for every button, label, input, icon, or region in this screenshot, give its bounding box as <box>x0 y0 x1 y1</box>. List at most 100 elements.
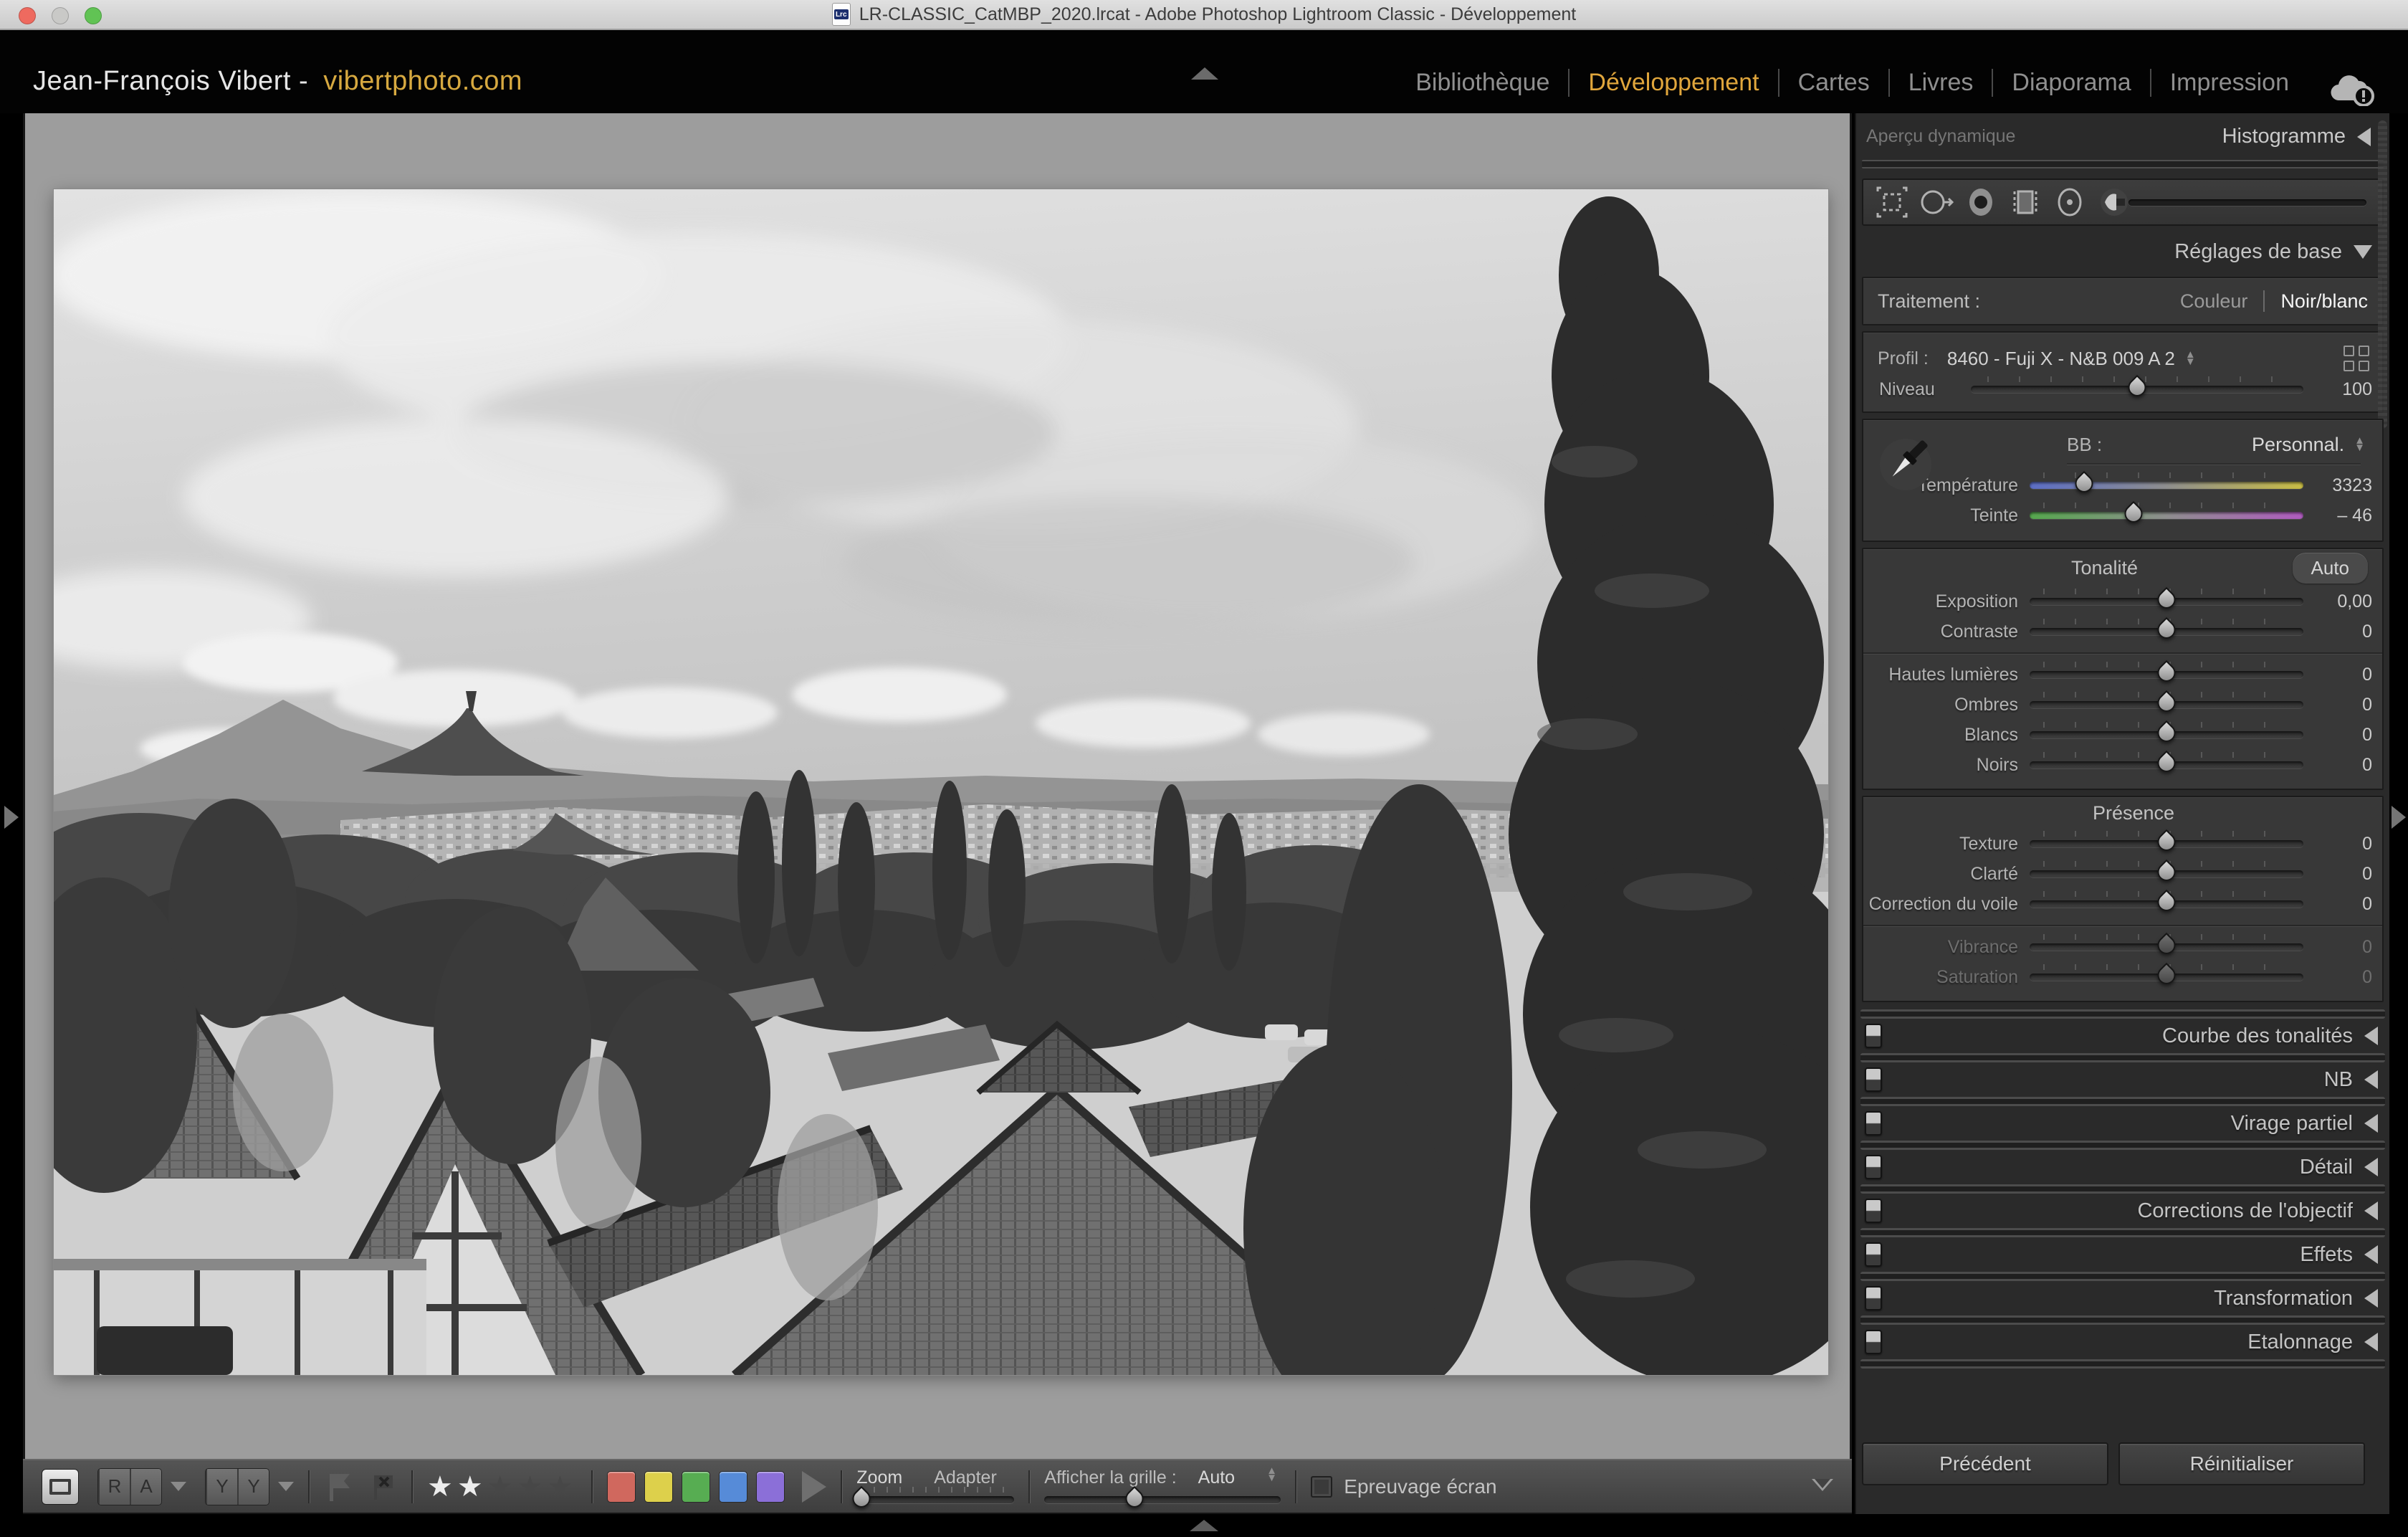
module-tab[interactable]: Développement <box>1568 69 1777 97</box>
histogram-collapsed-strip[interactable] <box>1862 160 2384 168</box>
panel-collapse-icon[interactable] <box>2364 1070 2378 1089</box>
slider-value[interactable]: 0 <box>2303 894 2372 915</box>
panel-header[interactable]: Détail <box>1856 1150 2389 1184</box>
panel-enable-toggle[interactable] <box>1865 1286 1882 1310</box>
module-tab[interactable]: Impression <box>2150 69 2308 97</box>
amount-slider[interactable] <box>1971 384 2303 395</box>
auto-tone-button[interactable]: Auto <box>2293 553 2369 584</box>
white-balance-dropper-icon[interactable] <box>1875 432 1936 493</box>
graduated-filter-icon[interactable] <box>2007 184 2044 221</box>
photo[interactable] <box>54 189 1828 1375</box>
zoom-slider[interactable] <box>856 1494 1014 1505</box>
panel-enable-toggle[interactable] <box>1865 1242 1882 1267</box>
grid-mode-stepper-icon[interactable]: ▲▼ <box>1266 1467 1277 1488</box>
flag-pick-icon[interactable] <box>324 1470 355 1504</box>
profile-browser-icon[interactable] <box>2344 346 2369 371</box>
reset-button[interactable]: Réinitialiser <box>2118 1442 2365 1485</box>
profile-select[interactable]: 8460 - Fuji X - N&B 009 A 2 <box>1947 348 2175 370</box>
wb-select[interactable]: Personnal. <box>2252 434 2344 456</box>
slider-track[interactable] <box>2030 729 2303 741</box>
color-label-chip[interactable] <box>644 1471 673 1503</box>
star-rating[interactable]: ★★★★★ <box>427 1470 577 1503</box>
brush-icon[interactable] <box>2096 184 2133 221</box>
star-icon[interactable]: ★ <box>547 1471 577 1503</box>
before-after-view-button[interactable]: YY <box>205 1468 269 1505</box>
slider-track[interactable] <box>2030 699 2303 710</box>
panel-collapse-icon[interactable] <box>2364 1158 2378 1176</box>
slider-track[interactable] <box>2030 759 2303 771</box>
cloud-alert-icon[interactable] <box>2329 72 2376 110</box>
module-tab[interactable]: Livres <box>1888 69 1992 97</box>
slider-value[interactable]: 0 <box>2303 622 2372 642</box>
slider-track[interactable] <box>2030 510 2303 521</box>
slider-value[interactable]: 3323 <box>2303 475 2372 496</box>
panel-enable-toggle[interactable] <box>1865 1111 1882 1136</box>
amount-value[interactable]: 100 <box>2303 379 2372 400</box>
slider-value[interactable]: 0 <box>2303 695 2372 715</box>
module-tab[interactable]: Cartes <box>1778 69 1888 97</box>
slider-track[interactable] <box>2030 941 2303 953</box>
star-icon[interactable]: ★ <box>457 1471 487 1503</box>
panel-header[interactable]: Effets <box>1856 1237 2389 1272</box>
panel-header[interactable]: Courbe des tonalités <box>1856 1019 2389 1053</box>
grid-slider-thumb[interactable] <box>1122 1486 1147 1511</box>
star-icon[interactable]: ★ <box>517 1471 548 1503</box>
crop-icon[interactable] <box>1873 184 1911 221</box>
slider-value[interactable]: 0 <box>2303 967 2372 988</box>
traffic-light[interactable] <box>85 7 102 24</box>
traffic-light[interactable] <box>19 7 36 24</box>
fit-label[interactable]: Adapter <box>934 1467 997 1488</box>
panel-enable-toggle[interactable] <box>1865 1155 1882 1179</box>
toolbar-options-arrow[interactable] <box>1812 1480 1833 1493</box>
slideshow-play-icon[interactable] <box>802 1471 826 1503</box>
panel-header[interactable]: Transformation <box>1856 1281 2389 1315</box>
right-panel-collapse-arrow[interactable] <box>2392 806 2406 829</box>
panel-collapse-icon[interactable] <box>2364 1201 2378 1220</box>
zoom-label[interactable]: Zoom <box>856 1467 902 1488</box>
panel-header[interactable]: NB <box>1856 1062 2389 1097</box>
radial-filter-icon[interactable] <box>2051 184 2088 221</box>
reference-view-button[interactable]: RA <box>97 1468 162 1505</box>
grid-slider[interactable] <box>1044 1494 1281 1505</box>
panel-collapse-icon[interactable] <box>2364 1245 2378 1264</box>
panel-header[interactable]: Etalonnage <box>1856 1325 2389 1359</box>
panel-enable-toggle[interactable] <box>1865 1199 1882 1223</box>
slider-track[interactable] <box>2030 480 2303 491</box>
panel-collapse-icon[interactable] <box>2364 1289 2378 1308</box>
filmstrip-reveal-arrow[interactable] <box>1190 1520 1218 1531</box>
panel-enable-toggle[interactable] <box>1865 1330 1882 1354</box>
redeye-icon[interactable] <box>1962 184 2000 221</box>
top-panel-reveal-arrow[interactable] <box>1191 67 1218 80</box>
treatment-bw-option[interactable]: Noir/blanc <box>2280 290 2368 313</box>
slider-track[interactable] <box>2030 596 2303 607</box>
heal-icon[interactable] <box>1918 184 1955 221</box>
star-icon[interactable]: ★ <box>427 1471 457 1503</box>
soft-proof-checkbox[interactable] <box>1311 1476 1332 1498</box>
color-label-chip[interactable] <box>607 1471 636 1503</box>
reference-view-dropdown-icon[interactable] <box>171 1482 186 1491</box>
panel-enable-toggle[interactable] <box>1865 1024 1882 1048</box>
slider-track[interactable] <box>2030 838 2303 850</box>
panel-scrollbar[interactable] <box>2378 120 2387 429</box>
slider-value[interactable]: 0 <box>2303 665 2372 685</box>
slider-track[interactable] <box>2030 898 2303 910</box>
traffic-light[interactable] <box>52 7 69 24</box>
histogram-collapse-icon[interactable] <box>2357 128 2371 146</box>
module-tab[interactable]: Diaporama <box>1992 69 2149 97</box>
panel-collapse-icon[interactable] <box>2364 1114 2378 1133</box>
panel-enable-toggle[interactable] <box>1865 1067 1882 1092</box>
color-label-chip[interactable] <box>756 1471 785 1503</box>
previous-button[interactable]: Précédent <box>1862 1442 2108 1485</box>
slider-value[interactable]: 0,00 <box>2303 591 2372 612</box>
module-tab[interactable]: Bibliothèque <box>1397 69 1568 97</box>
wb-stepper-icon[interactable]: ▲▼ <box>2354 437 2365 452</box>
left-panel-reveal-arrow[interactable] <box>4 806 19 829</box>
panel-collapse-icon[interactable] <box>2364 1027 2378 1045</box>
histogram-panel-title[interactable]: Histogramme <box>2222 125 2346 148</box>
basic-panel-header[interactable]: Réglages de base <box>1856 226 2389 271</box>
profile-stepper-icon[interactable]: ▲▼ <box>2185 351 2196 366</box>
panel-collapse-icon[interactable] <box>2364 1333 2378 1351</box>
slider-track[interactable] <box>2030 669 2303 680</box>
color-label-chip[interactable] <box>719 1471 747 1503</box>
slider-value[interactable]: 0 <box>2303 937 2372 958</box>
